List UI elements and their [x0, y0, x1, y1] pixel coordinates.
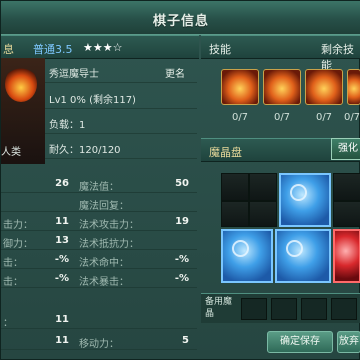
stat-row: 击力： 11 法术攻击力： 19: [1, 213, 197, 231]
stat-label: ：: [3, 318, 13, 329]
level-text: Lv1 0% (剩余117): [49, 95, 136, 106]
spare-crystal-bar: 备用魔晶: [201, 293, 360, 323]
skill-slot-1[interactable]: [221, 69, 259, 105]
load-row: 负载：1: [45, 112, 197, 134]
crystal-slot[interactable]: [221, 201, 249, 227]
info-header: 息 普通3.5 ★★★☆: [1, 35, 199, 59]
blue-crystal[interactable]: [279, 173, 331, 227]
skills-header: 技能 剩余技能: [201, 35, 360, 72]
crystal-title: 魔晶盘: [209, 146, 242, 159]
stat-value: 11: [55, 335, 69, 346]
stat-label: 移动力：: [79, 339, 119, 350]
stat-label: 法术命中：: [79, 258, 129, 269]
name-row: 秀逗魔导士 更名: [45, 61, 197, 83]
title-bar[interactable]: 棋子信息: [1, 1, 360, 35]
stat-row: 击： -% 法术命中： -%: [1, 251, 197, 269]
spare-crystal-label: 备用魔晶: [205, 297, 233, 319]
crystal-slot[interactable]: [249, 173, 277, 201]
skill-slot-3[interactable]: [305, 69, 343, 105]
stat-label: 魔法回复：: [79, 201, 129, 212]
race-label: 人类: [1, 147, 21, 158]
stat-row: 26 魔法值： 50: [1, 175, 197, 193]
stat-row: 击： -% 法术暴击： -%: [1, 270, 197, 288]
stat-row: 御力： 13 法术抵抗力：: [1, 232, 197, 250]
stats-panel: 26 魔法值： 50 魔法回复： 击力： 11 法术攻击力： 19 御力： 13…: [1, 169, 197, 359]
spare-slot[interactable]: [241, 298, 267, 320]
discard-button[interactable]: 放弃: [337, 331, 360, 353]
red-crystal[interactable]: [333, 229, 360, 283]
stat-label: 魔法值：: [79, 182, 119, 193]
stat-row: ： 11: [1, 311, 197, 329]
stat-label: 击：: [3, 258, 23, 269]
stat-value: -%: [54, 273, 69, 284]
info-tab-label: 息: [3, 43, 14, 56]
stat-value: 19: [175, 216, 189, 227]
stat-value: 50: [175, 178, 189, 189]
quality-label: 普通3.5: [33, 43, 73, 56]
stat-label: 御力：: [3, 239, 33, 250]
level-row: Lv1 0% (剩余117): [45, 87, 197, 109]
stat-value: 5: [182, 335, 189, 346]
piece-name: 秀逗魔导士: [49, 69, 99, 80]
durability-text: 耐久：120/120: [49, 145, 121, 156]
stat-label: 法术暴击：: [79, 277, 129, 288]
stat-label: 击：: [3, 277, 23, 288]
load-text: 负载：1: [49, 120, 86, 131]
skill-slot-4[interactable]: [347, 69, 360, 105]
blue-crystal[interactable]: [275, 229, 331, 283]
skill-slot-2[interactable]: [263, 69, 301, 105]
piece-portrait: 人类: [1, 58, 45, 164]
chess-piece-info-window: 棋子信息 息 普通3.5 ★★★☆ 人类 秀逗魔导士 更名 Lv1 0% (剩余…: [0, 0, 360, 360]
stat-value: 11: [55, 216, 69, 227]
confirm-save-button[interactable]: 确定保存: [267, 331, 333, 353]
crystal-slot[interactable]: [333, 201, 360, 227]
spare-slot[interactable]: [301, 298, 327, 320]
stat-value: -%: [54, 254, 69, 265]
stat-label: 法术抵抗力：: [79, 239, 139, 250]
stat-value: 26: [55, 178, 69, 189]
stat-label: 法术攻击力：: [79, 220, 139, 231]
stat-value: -%: [174, 254, 189, 265]
stat-row: 11 移动力： 5: [1, 332, 197, 350]
durability-row: 耐久：120/120: [45, 137, 197, 159]
stat-row: 魔法回复：: [1, 194, 197, 212]
star-rating: ★★★☆: [83, 41, 123, 54]
crystal-slot[interactable]: [249, 201, 277, 227]
skill-count-3: 0/7: [315, 112, 333, 123]
blue-crystal[interactable]: [221, 229, 273, 283]
stat-value: -%: [174, 273, 189, 284]
crystal-slot[interactable]: [221, 173, 249, 201]
spare-slot[interactable]: [271, 298, 297, 320]
skill-count-4: 0/7: [343, 112, 360, 123]
skill-count-2: 0/7: [273, 112, 291, 123]
portrait-image: [5, 66, 37, 102]
rename-button[interactable]: 更名: [165, 65, 185, 80]
skills-title: 技能: [209, 43, 231, 56]
stat-label: 击力：: [3, 220, 33, 231]
stat-value: 11: [55, 314, 69, 325]
skill-count-1: 0/7: [231, 112, 249, 123]
window-title: 棋子信息: [152, 14, 209, 29]
crystal-slot[interactable]: [333, 173, 360, 201]
spare-slot[interactable]: [331, 298, 357, 320]
strengthen-tab[interactable]: 强化: [331, 138, 360, 160]
stat-value: 13: [55, 235, 69, 246]
